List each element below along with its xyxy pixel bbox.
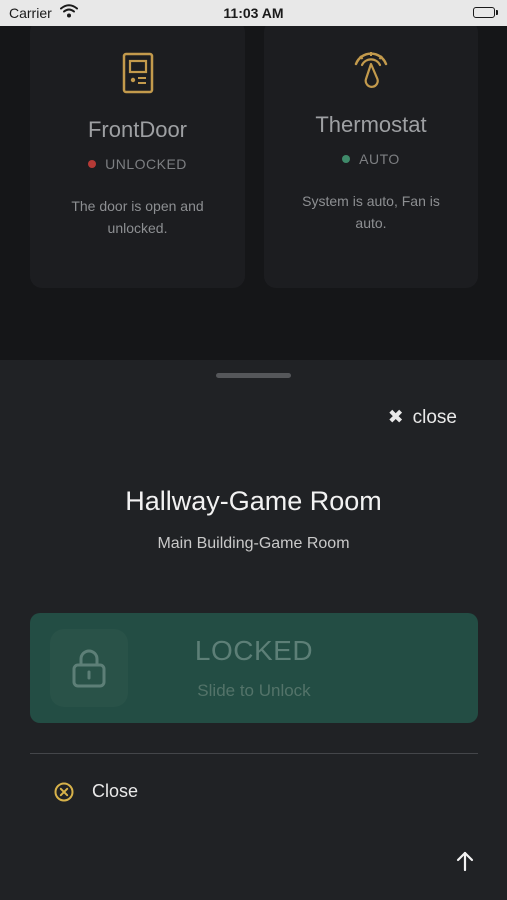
close-button[interactable]: Close [54, 781, 138, 802]
device-card-description: The door is open and unlocked. [71, 198, 204, 236]
thermostat-gauge-icon [264, 48, 478, 88]
device-card-thermostat[interactable]: Thermostat AUTO System is auto, Fan is a… [264, 20, 478, 288]
sheet-title: Hallway-Game Room [125, 486, 382, 516]
device-card-description: System is auto, Fan is auto. [302, 193, 440, 231]
slide-hint-label: Slide to Unlock [197, 681, 311, 700]
sheet-subtitle: Main Building-Game Room [157, 535, 350, 552]
device-status-label: UNLOCKED [105, 156, 187, 172]
scroll-to-top-button[interactable] [454, 850, 476, 872]
device-card-name: Thermostat [315, 112, 427, 137]
slide-to-unlock-control[interactable]: LOCKED Slide to Unlock [30, 613, 478, 723]
lock-status-label: LOCKED [194, 635, 314, 666]
battery-icon [473, 7, 498, 18]
sheet-grabber-handle[interactable] [216, 373, 291, 378]
device-card-name: FrontDoor [87, 117, 188, 142]
status-dot-icon [342, 155, 351, 163]
close-link-label: close [412, 406, 457, 428]
device-status-badge: UNLOCKED [30, 156, 245, 172]
divider [30, 753, 478, 754]
clock-label: 11:03 AM [223, 5, 284, 21]
device-status-label: AUTO [359, 151, 400, 167]
lock-detail-sheet: ✖ close Hallway-Game Room Main Building-… [0, 360, 507, 900]
close-circle-icon [54, 782, 74, 801]
door-panel-icon [30, 52, 245, 94]
device-card-frontdoor[interactable]: FrontDoor UNLOCKED The door is open and … [30, 20, 245, 288]
close-x-icon: ✖ [387, 407, 404, 428]
status-bar: Carrier 11:03 AM [0, 0, 507, 26]
close-link[interactable]: ✖ close [388, 406, 457, 429]
device-status-badge: AUTO [264, 151, 478, 167]
arrow-up-icon [456, 851, 474, 872]
status-dot-icon [88, 160, 97, 168]
device-grid-backdrop: FrontDoor UNLOCKED The door is open and … [0, 0, 507, 360]
close-button-label: Close [92, 781, 139, 801]
